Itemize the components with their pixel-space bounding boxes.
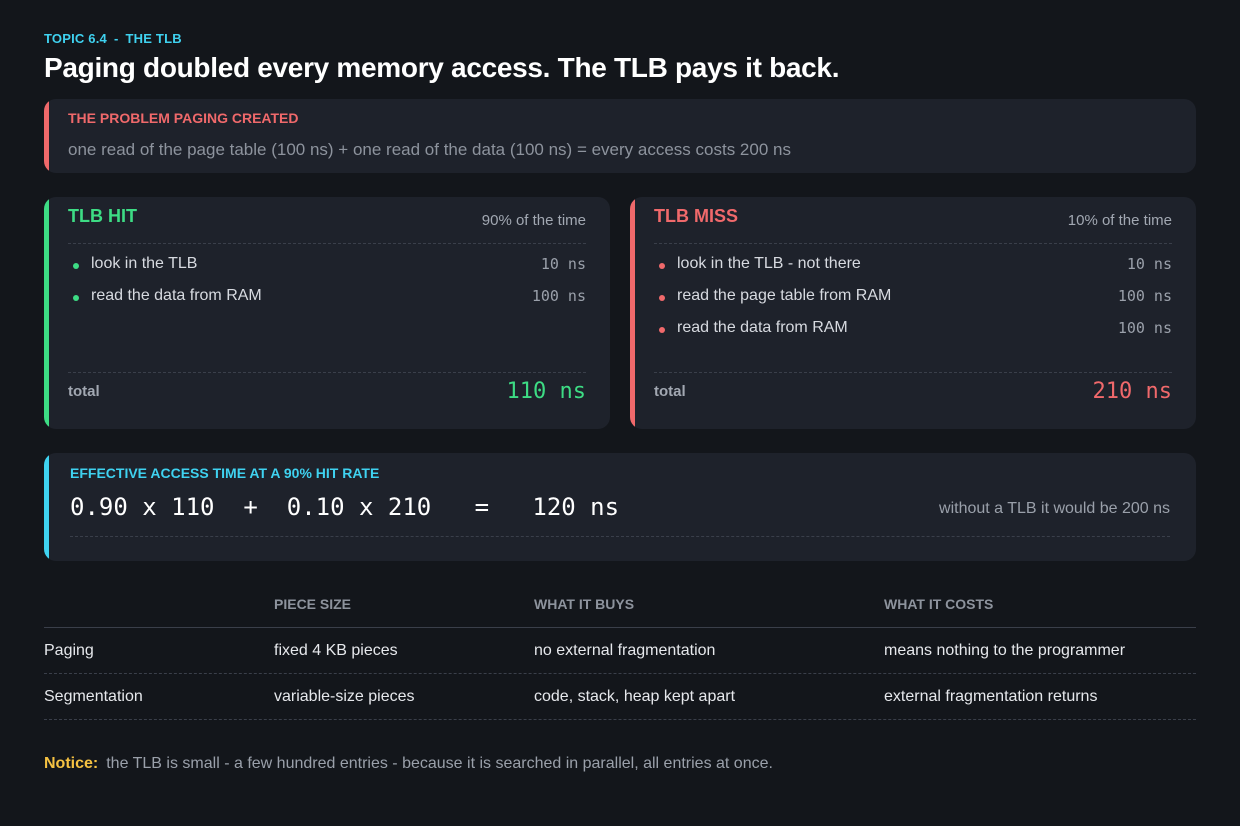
miss-frequency: 10% of the time bbox=[1067, 212, 1172, 229]
hit-accent-bar bbox=[44, 197, 49, 429]
hit-step: read the data from RAM 100 ns bbox=[68, 285, 586, 307]
table-cell: Paging bbox=[44, 641, 94, 659]
hit-step: look in the TLB 10 ns bbox=[68, 253, 586, 275]
hit-total-value: 110 ns bbox=[506, 379, 586, 404]
notice-label: Notice: bbox=[44, 755, 99, 772]
effective-formula: 0.90 x 110 + 0.10 x 210 = 120 ns bbox=[70, 493, 620, 521]
table-header-row: PIECE SIZE WHAT IT BUYS WHAT IT COSTS bbox=[44, 590, 1196, 628]
miss-total-divider bbox=[654, 372, 1172, 373]
miss-accent-bar bbox=[630, 197, 635, 429]
hit-step-cost: 100 ns bbox=[531, 287, 586, 305]
table-cell: variable-size pieces bbox=[274, 687, 415, 705]
hit-title: TLB HIT bbox=[68, 206, 137, 226]
hit-total-label: total bbox=[68, 383, 100, 400]
miss-total: total 210 ns bbox=[654, 379, 1172, 404]
hit-total-divider bbox=[68, 372, 586, 373]
miss-step-cost: 10 ns bbox=[1126, 255, 1172, 273]
page-title: Paging doubled every memory access. The … bbox=[44, 52, 840, 83]
problem-accent-bar bbox=[44, 99, 49, 173]
hit-frequency: 90% of the time bbox=[481, 212, 586, 229]
page: TOPIC 6.4- THE TLB Paging doubled every m… bbox=[0, 0, 1240, 826]
hit-step-cost: 10 ns bbox=[540, 255, 586, 273]
effective-access-card: EFFECTIVE ACCESS TIME AT A 90% HIT RATE … bbox=[44, 453, 1196, 561]
table-cell: no external fragmentation bbox=[534, 641, 716, 659]
hit-step-label: look in the TLB bbox=[91, 255, 198, 272]
table-row: Segmentation variable-size pieces code, … bbox=[44, 674, 1196, 720]
bullet-icon bbox=[659, 295, 665, 301]
effective-note: without a TLB it would be 200 ns bbox=[939, 500, 1170, 517]
miss-step-label: read the page table from RAM bbox=[677, 287, 892, 304]
miss-header-divider bbox=[654, 243, 1172, 244]
bullet-icon bbox=[73, 295, 79, 301]
notice-text: the TLB is small - a few hundred entries… bbox=[106, 755, 773, 772]
topic-label: TOPIC 6.4- THE TLB bbox=[44, 31, 182, 46]
table-cell: external fragmentation returns bbox=[884, 687, 1098, 705]
bullet-icon bbox=[73, 263, 79, 269]
problem-label: THE PROBLEM PAGING CREATED bbox=[68, 110, 299, 126]
problem-card: THE PROBLEM PAGING CREATED one read of t… bbox=[44, 99, 1196, 173]
miss-total-value: 210 ns bbox=[1092, 379, 1172, 404]
miss-step: read the page table from RAM 100 ns bbox=[654, 285, 1172, 307]
miss-step-label: look in the TLB - not there bbox=[677, 255, 861, 272]
hit-total: total 110 ns bbox=[68, 379, 586, 404]
table-cell: code, stack, heap kept apart bbox=[534, 687, 736, 705]
topic-number: TOPIC 6.4 bbox=[44, 31, 107, 46]
hit-step-label: read the data from RAM bbox=[91, 287, 262, 304]
table-header-cell: WHAT IT COSTS bbox=[884, 596, 994, 612]
miss-step-cost: 100 ns bbox=[1117, 319, 1172, 337]
table-cell: Segmentation bbox=[44, 687, 143, 705]
effective-label: EFFECTIVE ACCESS TIME AT A 90% HIT RATE bbox=[70, 465, 380, 481]
miss-step: read the data from RAM 100 ns bbox=[654, 317, 1172, 339]
miss-step-label: read the data from RAM bbox=[677, 319, 848, 336]
comparison-table: PIECE SIZE WHAT IT BUYS WHAT IT COSTS Pa… bbox=[44, 590, 1196, 720]
miss-title: TLB MISS bbox=[654, 206, 738, 226]
hit-header-divider bbox=[68, 243, 586, 244]
table-row: Paging fixed 4 KB pieces no external fra… bbox=[44, 628, 1196, 674]
miss-step: look in the TLB - not there 10 ns bbox=[654, 253, 1172, 275]
miss-total-label: total bbox=[654, 383, 686, 400]
miss-step-cost: 100 ns bbox=[1117, 287, 1172, 305]
tlb-miss-card: TLB MISS 10% of the time look in the TLB… bbox=[630, 197, 1196, 429]
bullet-icon bbox=[659, 327, 665, 333]
table-cell: fixed 4 KB pieces bbox=[274, 641, 398, 659]
bullet-icon bbox=[659, 263, 665, 269]
effective-divider bbox=[70, 536, 1170, 537]
table-header-cell: WHAT IT BUYS bbox=[534, 596, 635, 612]
effective-accent-bar bbox=[44, 453, 49, 561]
topic-separator: - bbox=[113, 31, 119, 46]
table-cell: means nothing to the programmer bbox=[884, 641, 1126, 659]
table-header-cell: PIECE SIZE bbox=[274, 596, 352, 612]
topic-name: THE TLB bbox=[125, 31, 182, 46]
notice: Notice: the TLB is small - a few hundred … bbox=[44, 755, 773, 773]
problem-text: one read of the page table (100 ns) + on… bbox=[68, 140, 791, 159]
tlb-hit-card: TLB HIT 90% of the time look in the TLB … bbox=[44, 197, 610, 429]
